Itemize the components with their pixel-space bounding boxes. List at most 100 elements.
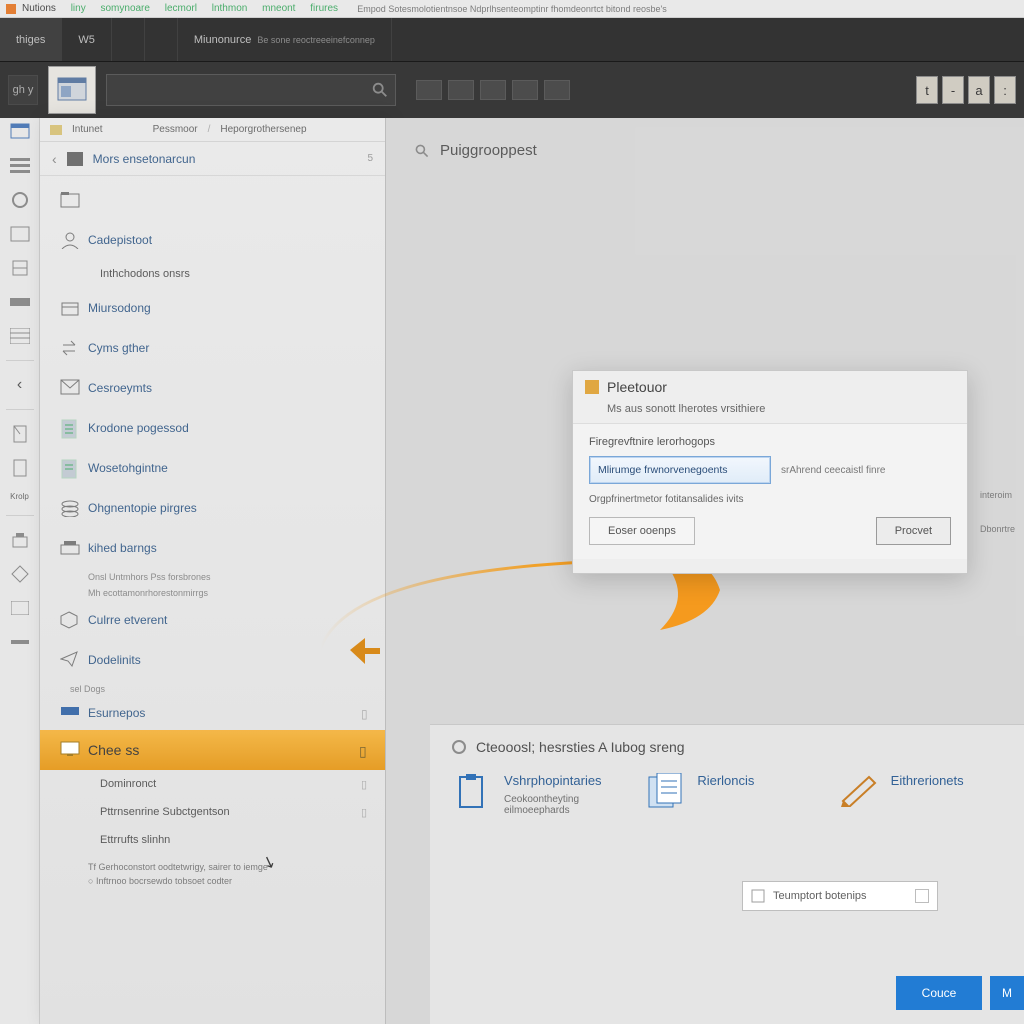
menu-bar[interactable]: Nutions liny somynoare lecmorl lnthmon m…: [22, 3, 350, 14]
sidebar-item[interactable]: Dodelinits: [40, 640, 385, 680]
stack-icon: [60, 499, 80, 517]
sidebar-header: ‹ Mors ensetonarcun 5: [40, 142, 385, 176]
window-icon: [56, 74, 88, 106]
templates-button[interactable]: Teumptort botenips: [742, 881, 938, 911]
sidebar-subitem[interactable]: Dominronct▯: [40, 770, 385, 798]
continue-button[interactable]: Couce: [896, 976, 982, 1010]
strip-label: Krolp: [10, 492, 29, 501]
toolbar-label[interactable]: gh y: [8, 75, 38, 105]
strip-icon[interactable]: [8, 156, 32, 176]
dialog-subtitle: Ms aus sonott lherotes vrsithiere: [573, 403, 967, 423]
user-icon: [60, 231, 80, 249]
field-label: Firegrevftnire lerorhogops: [589, 436, 951, 448]
secondary-button[interactable]: Eoser ooenps: [589, 517, 695, 545]
crumb[interactable]: Heporgrothersenep: [220, 124, 306, 135]
strip-icon[interactable]: [8, 224, 32, 244]
menu-item[interactable]: liny: [71, 3, 86, 14]
strip-icon[interactable]: [8, 632, 32, 652]
title-bar: Nutions liny somynoare lecmorl lnthmon m…: [0, 0, 1024, 18]
strip-icon[interactable]: [8, 458, 32, 478]
ribbon-tab[interactable]: thiges: [0, 18, 62, 61]
wizard-option[interactable]: Eithrerionets: [839, 773, 1002, 809]
tool-icon[interactable]: [544, 80, 570, 100]
options-icon[interactable]: ▯: [361, 707, 373, 719]
options-icon[interactable]: ▯: [361, 778, 373, 790]
box-icon: [60, 299, 80, 317]
control-button[interactable]: a: [968, 76, 990, 104]
sidebar-item[interactable]: [40, 180, 385, 220]
wizard-option[interactable]: VshrphopintariesCeokoontheyting eilmoeep…: [452, 773, 615, 816]
sidebar-subitem[interactable]: Inthchodons onsrs: [40, 260, 385, 288]
menu-item[interactable]: lnthmon: [212, 3, 248, 14]
sidebar-subitem[interactable]: Pttrnsenrine Subctgentson▯: [40, 798, 385, 826]
strip-icon[interactable]: [8, 598, 32, 618]
checkbox-label[interactable]: Orgpfrinertmetor fotitansalides ivits: [589, 494, 951, 505]
sidebar-count: 5: [367, 153, 373, 164]
crumb[interactable]: Pessmoor: [153, 124, 198, 135]
toolbar-right: t - a :: [916, 76, 1016, 104]
ribbon-tab[interactable]: [145, 18, 178, 61]
menu-item[interactable]: mneont: [262, 3, 295, 14]
control-button[interactable]: -: [942, 76, 964, 104]
app-icon: [6, 4, 16, 14]
launcher-button[interactable]: [48, 66, 96, 114]
icon-strip: ‹ Krolp: [0, 118, 40, 1024]
wizard-panel: Cteooosl; hesrsties A Iubog sreng Vshrph…: [430, 724, 1024, 1024]
side-hint: interoim: [980, 490, 1012, 500]
sidebar-subitem[interactable]: Ettrrufts slinhn: [40, 826, 385, 854]
toolbar: gh y t - a :: [0, 62, 1024, 118]
sidebar-item[interactable]: Cesroeymts: [40, 368, 385, 408]
options-icon[interactable]: ▯: [359, 743, 373, 757]
folder-icon: [50, 125, 62, 135]
strip-icon[interactable]: [8, 326, 32, 346]
tool-icon[interactable]: [480, 80, 506, 100]
ribbon-tab[interactable]: Miunonurce Be sone reoctreeeinefconnep: [178, 18, 392, 61]
strip-icon[interactable]: [8, 564, 32, 584]
sidebar-item[interactable]: Culrre etverent: [40, 600, 385, 640]
tool-icon[interactable]: [448, 80, 474, 100]
strip-icon[interactable]: [8, 424, 32, 444]
strip-icon[interactable]: [8, 190, 32, 210]
primary-button[interactable]: Procvet: [876, 517, 951, 545]
crumb[interactable]: Intunet: [72, 124, 103, 135]
sidebar-item[interactable]: Cadepistoot: [40, 220, 385, 260]
strip-icon[interactable]: [8, 122, 32, 142]
tool-icon[interactable]: [512, 80, 538, 100]
next-button[interactable]: M: [990, 976, 1024, 1010]
sidebar-item[interactable]: Esurnepos▯: [40, 696, 385, 730]
sidebar-item-selected[interactable]: Chee ss▯: [40, 730, 385, 770]
options-icon[interactable]: ▯: [361, 806, 373, 818]
tray-icon: [60, 539, 80, 557]
sidebar-item[interactable]: Miursodong: [40, 288, 385, 328]
menu-item[interactable]: lecmorl: [165, 3, 197, 14]
sidebar-item[interactable]: kihed barngs: [40, 528, 385, 568]
menu-item[interactable]: firures: [310, 3, 338, 14]
content-heading: Puiggrooppest: [414, 142, 996, 159]
wizard-heading: Cteooosl; hesrsties A Iubog sreng: [452, 739, 1002, 755]
sidebar-item[interactable]: Krodone pogessod: [40, 408, 385, 448]
separator: [6, 515, 34, 516]
menu-item[interactable]: somynoare: [100, 3, 149, 14]
send-icon: [60, 651, 80, 669]
ribbon-tab[interactable]: [112, 18, 145, 61]
breadcrumb[interactable]: Intunet Pessmoor / Heporgrothersenep: [40, 118, 385, 142]
search-input[interactable]: [106, 74, 396, 106]
strip-icon[interactable]: ‹: [8, 375, 32, 395]
sidebar-item[interactable]: Ohgnentopie pirgres: [40, 488, 385, 528]
sidebar-items: Cadepistoot Inthchodons onsrs Miursodong…: [40, 176, 385, 1024]
ribbon-subtext: Be sone reoctreeeinefconnep: [257, 35, 375, 45]
strip-icon[interactable]: [8, 530, 32, 550]
wizard-option[interactable]: Rierloncis: [645, 773, 808, 809]
control-button[interactable]: t: [916, 76, 938, 104]
strip-icon[interactable]: [8, 258, 32, 278]
sidebar-item[interactable]: Wosetohgintne: [40, 448, 385, 488]
strip-icon[interactable]: [8, 292, 32, 312]
menu-item[interactable]: Nutions: [22, 3, 56, 14]
dropdown[interactable]: Mlirumge frwnorvenegoents: [589, 456, 771, 484]
control-button[interactable]: :: [994, 76, 1016, 104]
back-button[interactable]: ‹: [52, 151, 57, 167]
sidebar-item[interactable]: Cyms gther: [40, 328, 385, 368]
ribbon-tab[interactable]: W5: [62, 18, 112, 61]
section-label: Onsl Untmhors Pss forsbrones: [40, 568, 385, 584]
tool-icon[interactable]: [416, 80, 442, 100]
